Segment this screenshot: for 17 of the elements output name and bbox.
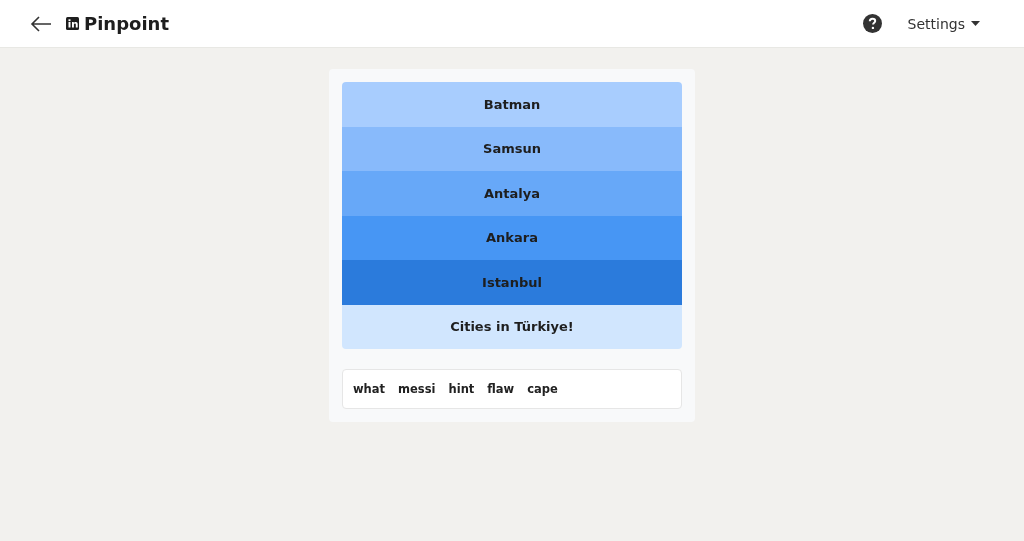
caret-icon: [971, 21, 980, 26]
guess-word: what: [353, 382, 386, 396]
clue-row: Antalya: [342, 171, 682, 216]
settings-menu[interactable]: Settings: [907, 15, 980, 32]
guess-word: flaw: [487, 382, 515, 396]
back-arrow-icon[interactable]: [30, 15, 52, 32]
logo-icon: [66, 17, 79, 30]
help-icon[interactable]: [862, 14, 882, 33]
clue-row: Cities in Türkiye!: [342, 304, 682, 349]
guess-word: cape: [527, 382, 558, 396]
guess-word: messi: [398, 382, 436, 396]
clue-row: Istanbul: [342, 260, 682, 305]
clue-row: Samsun: [342, 126, 682, 171]
clue-row: Ankara: [342, 215, 682, 260]
guess-word: hint: [448, 382, 475, 396]
app-title: Pinpoint: [84, 13, 170, 34]
clue-row: Batman: [342, 82, 682, 127]
